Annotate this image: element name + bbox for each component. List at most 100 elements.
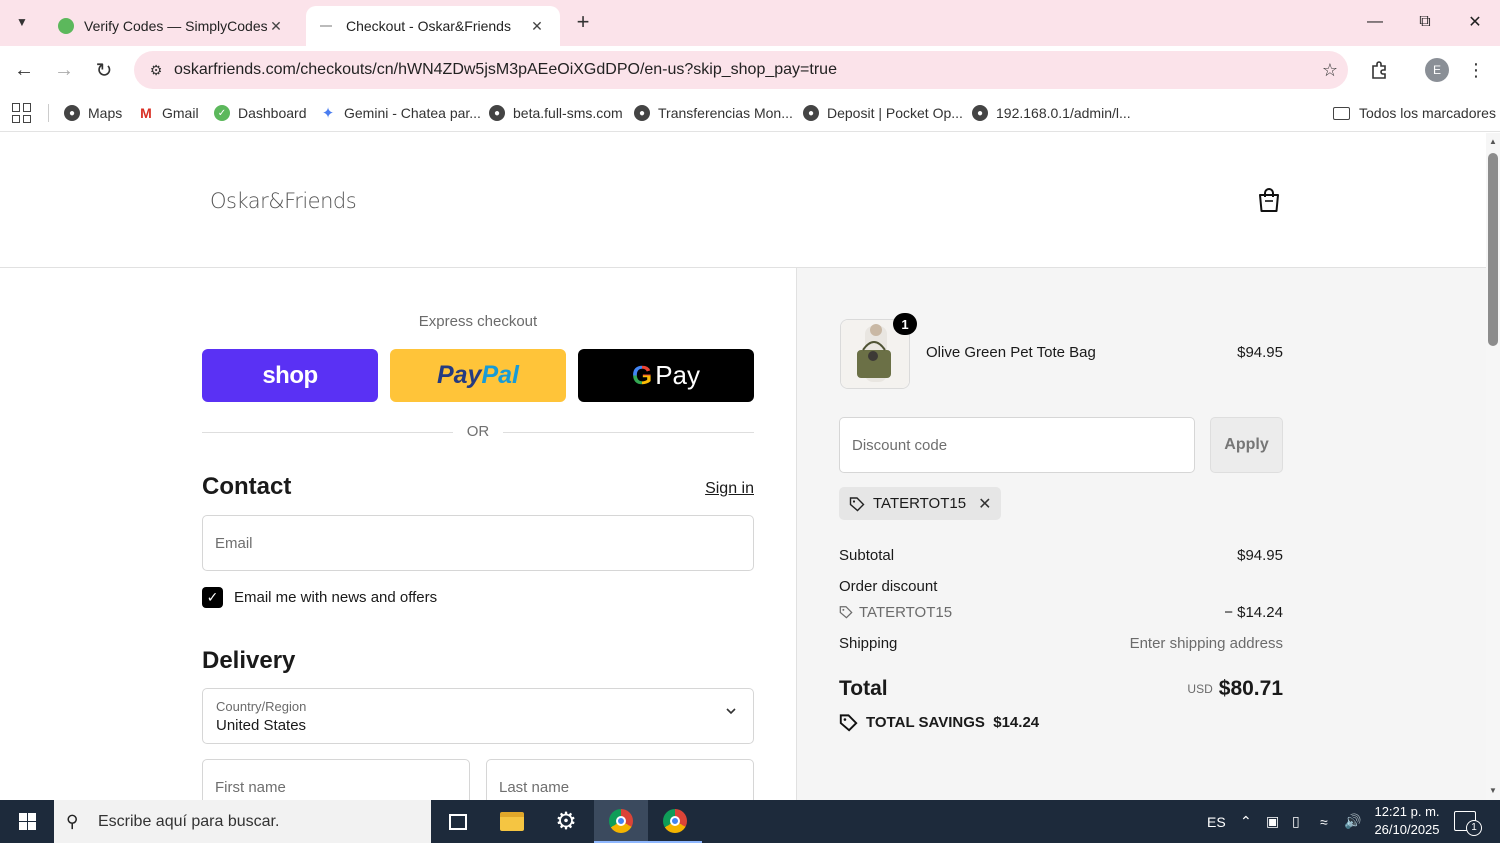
tab-title: Checkout - Oskar&Friends (346, 18, 511, 34)
last-name-input[interactable] (487, 760, 753, 800)
discount-code-field[interactable] (839, 417, 1195, 473)
meet-now-icon[interactable]: ▣ (1266, 800, 1279, 843)
battery-icon[interactable]: ▯ (1292, 800, 1300, 843)
country-select[interactable]: Country/Region United States (202, 688, 754, 744)
minimize-icon[interactable]: — (1360, 8, 1390, 36)
store-logo[interactable]: Oskar&Friends (210, 189, 357, 213)
country-value: United States (216, 717, 307, 734)
profile-avatar[interactable]: E (1425, 58, 1449, 82)
apps-grid-icon[interactable] (12, 103, 32, 123)
bookmark-router-admin[interactable]: ● 192.168.0.1/admin/l... (972, 102, 1131, 124)
scroll-thumb[interactable] (1488, 153, 1498, 346)
bookmark-gemini[interactable]: ✦ Gemini - Chatea par... (320, 102, 481, 124)
globe-icon: ● (489, 105, 505, 121)
volume-icon[interactable]: 🔊 (1344, 800, 1361, 843)
scroll-down-arrow-icon[interactable]: ▼ (1486, 784, 1500, 798)
shipping-row: Shipping Enter shipping address (839, 635, 1283, 652)
close-tab-icon[interactable]: ✕ (528, 18, 546, 35)
tag-icon (839, 714, 858, 732)
wifi-icon[interactable]: ≈ (1320, 800, 1328, 843)
bookmark-dashboard[interactable]: ✓ Dashboard (214, 102, 307, 124)
bookmarks-divider (48, 104, 49, 122)
forward-arrow-icon[interactable]: → (50, 56, 78, 84)
taskbar-search-box[interactable]: ⚲ Escribe aquí para buscar. (54, 800, 431, 843)
bookmark-transferencias[interactable]: ● Transferencias Mon... (634, 102, 793, 124)
url-text[interactable]: oskarfriends.com/checkouts/cn/hWN4ZDw5js… (174, 61, 1312, 79)
first-name-input[interactable] (203, 760, 469, 800)
newsletter-option[interactable]: ✓ Email me with news and offers (202, 587, 437, 608)
chrome-taskbar-button-1[interactable] (594, 800, 648, 843)
applied-code-chip: TATERTOT15 ✕ (839, 487, 1002, 520)
or-divider: OR (202, 423, 754, 443)
paypal-label-pay: Pay (436, 361, 482, 389)
close-window-icon[interactable]: ✕ (1460, 8, 1490, 36)
last-name-field[interactable] (486, 759, 754, 800)
new-tab-plus-icon[interactable]: + (570, 9, 596, 35)
bookmark-full-sms[interactable]: ● beta.full-sms.com (489, 102, 623, 124)
all-bookmarks-folder[interactable]: Todos los marcadores (1333, 102, 1496, 124)
chevron-down-icon (726, 708, 736, 715)
first-name-field[interactable] (202, 759, 470, 800)
show-hidden-icons-chevron-icon[interactable]: ⌃ (1240, 800, 1252, 843)
tab-simplycodes[interactable]: Verify Codes — SimplyCodes ✕ (44, 6, 299, 46)
google-pay-label: Pay (655, 360, 701, 390)
newsletter-checkbox[interactable]: ✓ (202, 587, 223, 608)
tag-icon (849, 496, 865, 511)
bookmark-label: Maps (88, 105, 123, 121)
email-field[interactable] (202, 515, 754, 571)
language-indicator[interactable]: ES (1207, 800, 1226, 843)
bookmark-star-icon[interactable]: ☆ (1312, 60, 1348, 81)
site-info-icon[interactable]: ⚙ (138, 62, 174, 79)
file-explorer-button[interactable] (485, 800, 539, 843)
applied-code-label: TATERTOT15 (873, 495, 967, 512)
google-pay-button[interactable]: G Pay (578, 349, 754, 402)
shop-pay-button[interactable]: shop (202, 349, 378, 402)
email-input[interactable] (203, 516, 753, 570)
taskbar-clock[interactable]: 12:21 p. m. 26/10/2025 (1368, 803, 1446, 839)
bookmark-pocket-option[interactable]: ● Deposit | Pocket Op... (803, 102, 963, 124)
settings-gear-icon: ⚙ (555, 808, 577, 835)
restore-icon[interactable]: ⧉ (1410, 8, 1440, 36)
reload-icon[interactable]: ↻ (90, 56, 118, 84)
quantity-badge: 1 (893, 313, 917, 335)
bookmarks-folder-label: Todos los marcadores (1359, 105, 1496, 121)
checkout-page: Oskar&Friends Express checkout shop Pay P… (0, 133, 1486, 800)
gemini-icon: ✦ (321, 105, 335, 122)
discount-code-label: TATERTOT15 (859, 604, 953, 621)
product-name: Olive Green Pet Tote Bag (926, 344, 1096, 361)
start-button[interactable] (0, 800, 54, 843)
google-g-icon: G (631, 360, 653, 390)
tab-search-chevron-icon[interactable]: ▼ (8, 8, 36, 36)
search-icon: ⚲ (66, 811, 79, 831)
globe-icon: ● (803, 105, 819, 121)
loading-favicon-icon (320, 25, 332, 27)
subtotal-row: Subtotal $94.95 (839, 547, 1283, 564)
bookmark-label: Gmail (162, 105, 199, 121)
sign-in-link[interactable]: Sign in (700, 480, 754, 498)
cart-bag-icon[interactable] (1257, 187, 1281, 213)
remove-code-icon[interactable]: ✕ (978, 494, 991, 514)
settings-button[interactable]: ⚙ (539, 800, 593, 843)
tab-checkout[interactable]: Checkout - Oskar&Friends ✕ (306, 6, 560, 46)
back-arrow-icon[interactable]: ← (10, 56, 38, 84)
globe-icon: ● (972, 105, 988, 121)
paypal-button[interactable]: Pay Pal (390, 349, 566, 402)
savings-value: $14.24 (993, 714, 1040, 731)
extensions-puzzle-icon[interactable] (1366, 57, 1392, 83)
bookmark-maps[interactable]: ● Maps (64, 102, 122, 124)
chrome-taskbar-button-2[interactable] (648, 800, 702, 843)
bookmarks-bar: ● Maps M Gmail ✓ Dashboard ✦ Gemini - Ch… (0, 94, 1500, 132)
order-discount-row: Order discount (839, 578, 1283, 595)
close-tab-icon[interactable]: ✕ (267, 18, 285, 35)
discount-code-input[interactable] (840, 418, 1194, 472)
apply-discount-button[interactable]: Apply (1210, 417, 1283, 473)
chrome-icon (663, 808, 687, 833)
notification-count-badge: 1 (1466, 820, 1482, 836)
address-bar[interactable]: ⚙ oskarfriends.com/checkouts/cn/hWN4ZDw5… (134, 51, 1348, 89)
bookmark-gmail[interactable]: M Gmail (138, 102, 199, 124)
folder-icon (1333, 106, 1350, 120)
page-scrollbar[interactable]: ▲ ▼ (1486, 133, 1500, 800)
scroll-up-arrow-icon[interactable]: ▲ (1486, 135, 1500, 149)
task-view-button[interactable] (431, 800, 485, 843)
browser-menu-icon[interactable]: ⋮ (1466, 56, 1486, 84)
